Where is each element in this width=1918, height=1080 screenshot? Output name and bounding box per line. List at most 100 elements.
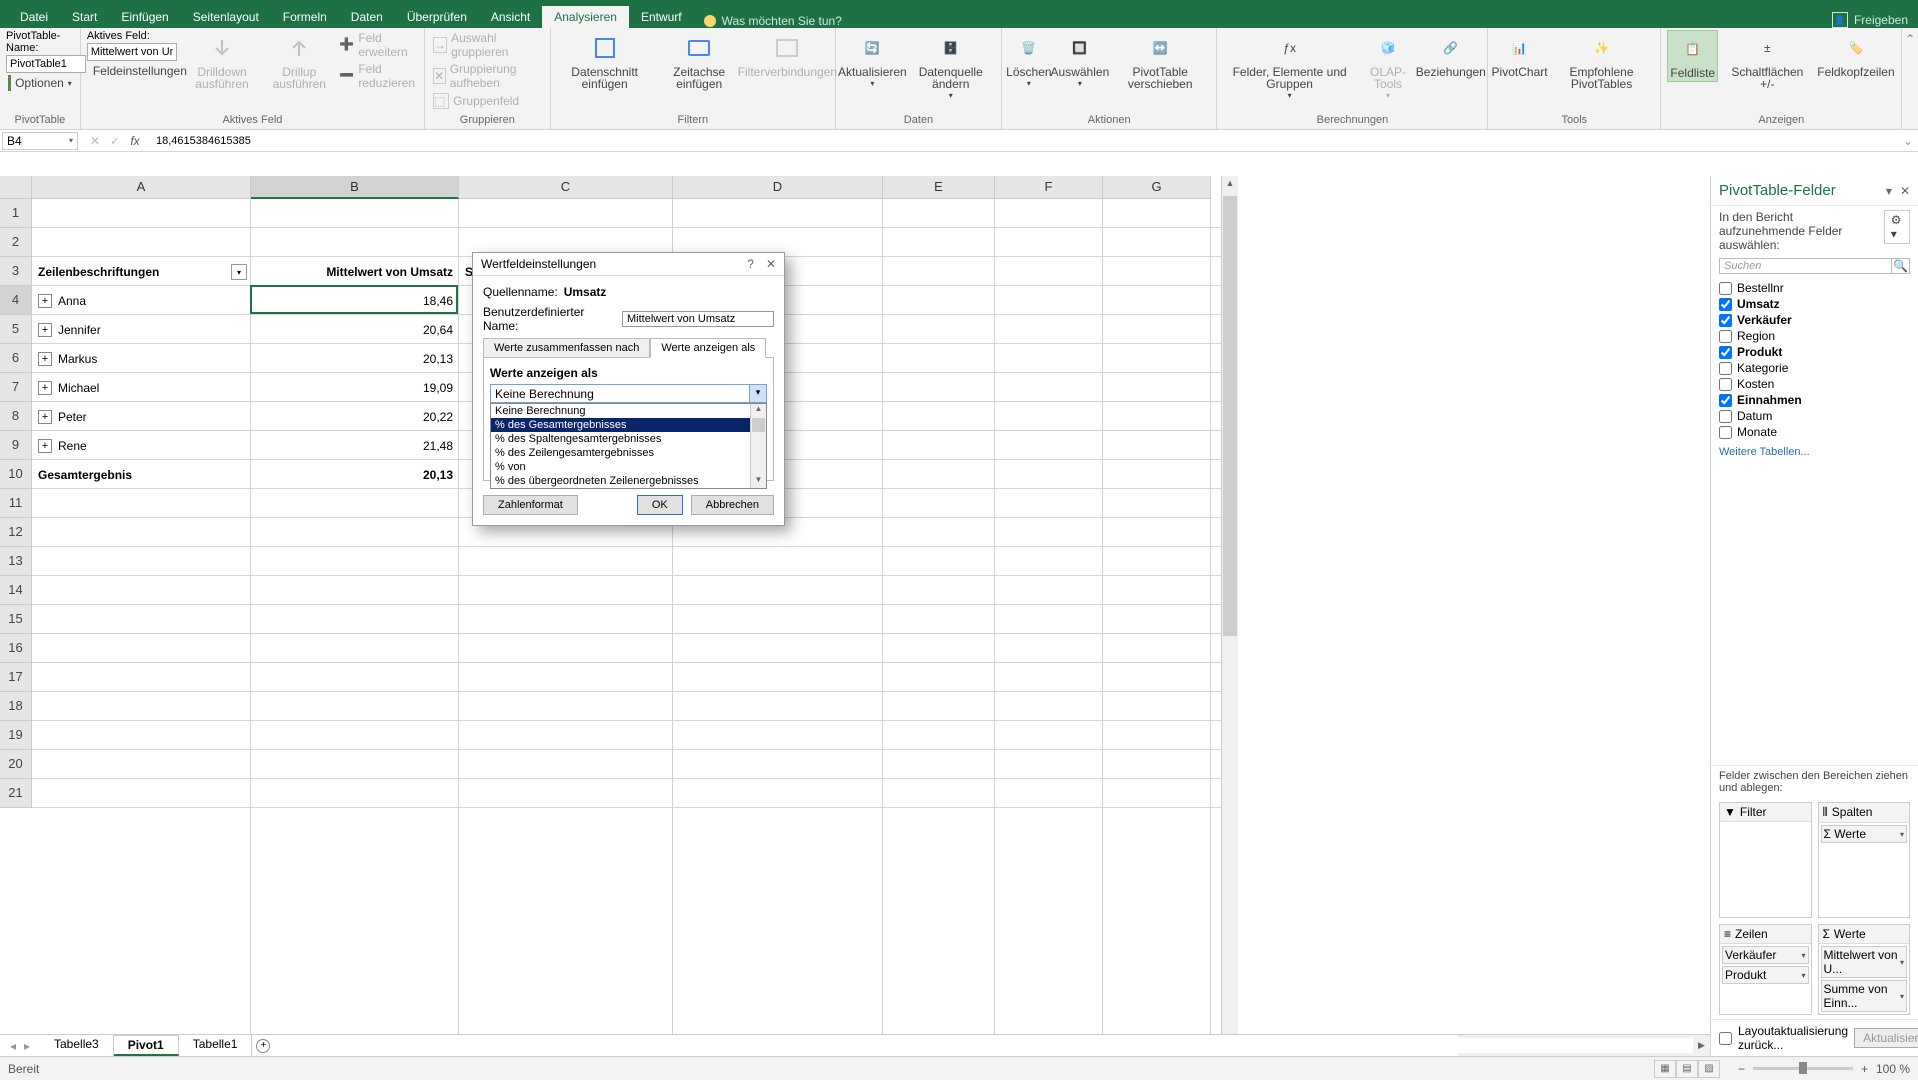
- tab-show-values-as[interactable]: Werte anzeigen als: [650, 338, 766, 358]
- custom-name-input[interactable]: [622, 311, 774, 327]
- cell[interactable]: Zeilenbeschriftungen: [32, 257, 251, 286]
- field-checkbox[interactable]: [1719, 362, 1732, 375]
- gear-icon[interactable]: ⚙ ▾: [1884, 210, 1910, 244]
- dropdown-item[interactable]: % des Spaltengesamtergebnisses: [491, 432, 766, 446]
- refresh-button[interactable]: 🔄Aktualisieren▾: [842, 30, 903, 92]
- share-button[interactable]: 👤 Freigeben: [1832, 12, 1908, 28]
- field-checkbox[interactable]: [1719, 426, 1732, 439]
- expand-formula-button[interactable]: ⌄: [1898, 134, 1918, 148]
- cell[interactable]: 20,22: [251, 402, 459, 431]
- tab-nav-first-icon[interactable]: ◂: [6, 1039, 20, 1053]
- field-row[interactable]: Bestellnr: [1719, 280, 1910, 296]
- field-row[interactable]: Umsatz: [1719, 296, 1910, 312]
- dropdown-item[interactable]: % des übergeordneten Zeilenergebnisses: [491, 474, 766, 488]
- area-pill[interactable]: Mittelwert von U...▾: [1821, 946, 1908, 978]
- cell[interactable]: 21,48: [251, 431, 459, 460]
- cell[interactable]: +Rene: [32, 431, 251, 460]
- expand-field-button[interactable]: ➕Feld erweitern: [337, 30, 418, 60]
- field-label[interactable]: Monate: [1737, 425, 1777, 439]
- drillup-button[interactable]: Drillup ausführen: [265, 30, 333, 92]
- ok-button[interactable]: OK: [637, 495, 683, 515]
- sheet-tab[interactable]: Tabelle3: [40, 1035, 114, 1056]
- dropdown-item[interactable]: % des Gesamtergebnisses: [491, 418, 766, 432]
- filterconn-button[interactable]: Filterverbindungen: [746, 30, 829, 80]
- update-button[interactable]: Aktualisieren: [1854, 1028, 1918, 1048]
- row-header[interactable]: 8: [0, 402, 32, 431]
- fieldlist-button[interactable]: 📋Feldliste: [1667, 30, 1718, 82]
- normal-view-button[interactable]: ▦: [1654, 1060, 1676, 1078]
- tell-me-search[interactable]: Was möchten Sie tun?: [694, 14, 1832, 28]
- row-header[interactable]: 12: [0, 518, 32, 547]
- area-pill[interactable]: Produkt▾: [1722, 966, 1809, 984]
- field-settings-button[interactable]: Feldeinstellungen: [87, 62, 179, 80]
- row-header[interactable]: 14: [0, 576, 32, 605]
- field-checkbox[interactable]: [1719, 330, 1732, 343]
- vertical-scrollbar[interactable]: ▲ ▼: [1221, 176, 1238, 1056]
- close-icon[interactable]: ✕: [766, 257, 776, 271]
- row-header[interactable]: 2: [0, 228, 32, 257]
- zoom-slider[interactable]: [1753, 1067, 1853, 1070]
- tab-datei[interactable]: Datei: [8, 6, 60, 28]
- show-values-as-combo[interactable]: Keine Berechnung ▾ Keine Berechnung% des…: [490, 384, 767, 403]
- cell[interactable]: +Anna: [32, 286, 251, 315]
- row-header[interactable]: 13: [0, 547, 32, 576]
- field-label[interactable]: Region: [1737, 329, 1775, 343]
- row-header[interactable]: 3: [0, 257, 32, 286]
- cell[interactable]: +Jennifer: [32, 315, 251, 344]
- sheet-tab[interactable]: Pivot1: [114, 1035, 179, 1056]
- sheet-tab[interactable]: Tabelle1: [179, 1035, 253, 1056]
- chevron-down-icon[interactable]: ▾: [749, 385, 766, 402]
- search-icon[interactable]: 🔍: [1892, 258, 1910, 274]
- field-label[interactable]: Kosten: [1737, 377, 1774, 391]
- row-header[interactable]: 19: [0, 721, 32, 750]
- pane-options-icon[interactable]: ▾: [1886, 184, 1892, 198]
- cell[interactable]: +Markus: [32, 344, 251, 373]
- field-label[interactable]: Kategorie: [1737, 361, 1788, 375]
- move-button[interactable]: ↔️PivotTable verschieben: [1110, 30, 1211, 92]
- groupfield-button[interactable]: ⬚Gruppenfeld: [431, 92, 544, 110]
- field-row[interactable]: Kategorie: [1719, 360, 1910, 376]
- dropdown-item[interactable]: % des Zeilengesamtergebnisses: [491, 446, 766, 460]
- tab-ansicht[interactable]: Ansicht: [479, 6, 542, 28]
- scroll-right-button[interactable]: ▶: [1693, 1040, 1710, 1051]
- close-icon[interactable]: ✕: [1900, 184, 1910, 198]
- tab-entwurf[interactable]: Entwurf: [629, 6, 694, 28]
- timeline-button[interactable]: Zeitachse einfügen: [657, 30, 742, 92]
- dialog-titlebar[interactable]: Wertfeldeinstellungen ? ✕: [473, 253, 784, 276]
- scroll-down-button[interactable]: ▼: [751, 475, 766, 488]
- active-field-input[interactable]: [87, 43, 177, 61]
- expand-button[interactable]: +: [38, 323, 52, 337]
- new-sheet-button[interactable]: +: [252, 1035, 274, 1057]
- expand-button[interactable]: +: [38, 410, 52, 424]
- dropdown-item[interactable]: % von: [491, 460, 766, 474]
- fieldheaders-button[interactable]: 🏷️Feldkopfzeilen: [1816, 30, 1895, 80]
- column-header[interactable]: A: [32, 176, 251, 199]
- expand-button[interactable]: +: [38, 439, 52, 453]
- field-label[interactable]: Verkäufer: [1737, 313, 1792, 327]
- cancel-button[interactable]: Abbrechen: [691, 495, 774, 515]
- row-header[interactable]: 4: [0, 286, 32, 315]
- cell[interactable]: Mittelwert von Umsatz: [251, 257, 459, 286]
- cell[interactable]: 20,13: [251, 344, 459, 373]
- zoom-level[interactable]: 100 %: [1876, 1062, 1910, 1076]
- expand-button[interactable]: +: [38, 294, 52, 308]
- field-row[interactable]: Produkt: [1719, 344, 1910, 360]
- column-header[interactable]: B: [251, 176, 459, 199]
- values-area[interactable]: ΣWerte Mittelwert von U...▾Summe von Ein…: [1818, 924, 1911, 1015]
- column-header[interactable]: C: [459, 176, 673, 199]
- field-row[interactable]: Verkäufer: [1719, 312, 1910, 328]
- field-row[interactable]: Monate: [1719, 424, 1910, 440]
- scroll-thumb[interactable]: [1223, 196, 1237, 636]
- datasource-button[interactable]: 🗄️Datenquelle ändern▾: [907, 30, 995, 104]
- rows-area[interactable]: ≡Zeilen Verkäufer▾Produkt▾: [1719, 924, 1812, 1015]
- column-header[interactable]: D: [673, 176, 883, 199]
- cancel-formula-icon[interactable]: ✕: [86, 134, 104, 148]
- scroll-up-button[interactable]: ▲: [751, 404, 766, 417]
- column-header[interactable]: G: [1103, 176, 1211, 199]
- row-header[interactable]: 9: [0, 431, 32, 460]
- options-button[interactable]: Optionen ▾: [6, 74, 74, 92]
- field-label[interactable]: Datum: [1737, 409, 1772, 423]
- relations-button[interactable]: 🔗Beziehungen: [1420, 30, 1481, 80]
- filter-dropdown-button[interactable]: ▾: [231, 264, 247, 280]
- search-input[interactable]: Suchen: [1719, 258, 1892, 274]
